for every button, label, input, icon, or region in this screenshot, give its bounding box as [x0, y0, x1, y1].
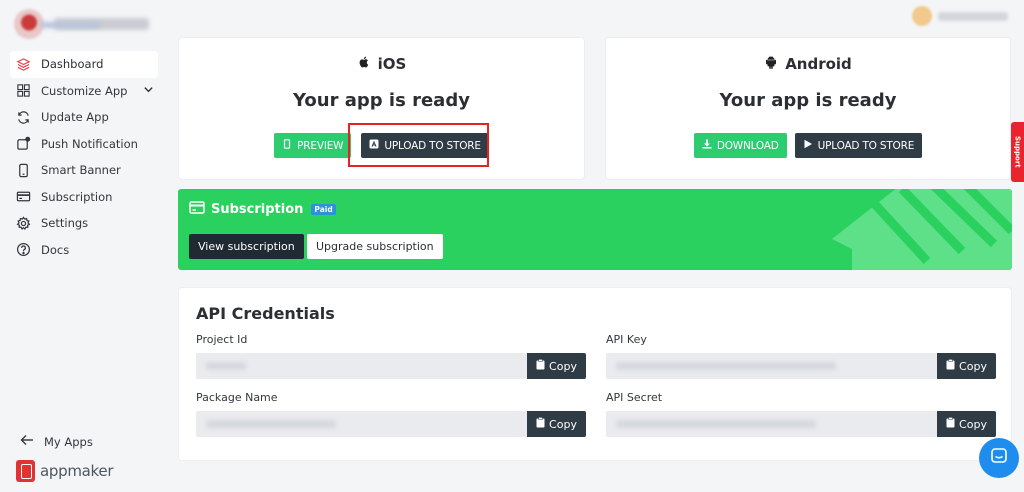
android-download-label: DOWNLOAD	[716, 139, 779, 152]
sidebar-item-docs[interactable]: Docs	[10, 237, 158, 264]
android-title: Android	[606, 55, 1010, 73]
sidebar-item-label: Settings	[41, 216, 89, 231]
user-menu[interactable]	[912, 6, 1008, 26]
api-credentials-card: API Credentials Project Id Copy API Key …	[178, 287, 1012, 461]
user-avatar	[912, 6, 932, 26]
project-id-label: Project Id	[196, 333, 248, 346]
sidebar-item-label: Update App	[41, 110, 109, 125]
package-name-label: Package Name	[196, 391, 278, 404]
help-icon	[15, 242, 31, 258]
my-apps-label: My Apps	[44, 434, 93, 449]
android-upload-button[interactable]: UPLOAD TO STORE	[794, 133, 923, 158]
api-secret-label: API Secret	[606, 391, 663, 404]
play-store-icon	[803, 139, 813, 152]
sidebar-nav: Dashboard Customize App Update App Push …	[10, 51, 158, 263]
clipboard-icon	[536, 417, 545, 431]
ios-title: iOS	[179, 55, 584, 73]
subscription-title: Subscription Paid	[189, 201, 336, 218]
android-upload-label: UPLOAD TO STORE	[817, 139, 915, 152]
support-tab[interactable]: Support	[1011, 122, 1024, 182]
phone-icon	[15, 162, 31, 178]
sidebar-item-smart-banner[interactable]: Smart Banner	[10, 157, 158, 184]
copy-label: Copy	[959, 359, 987, 373]
grid-icon	[15, 83, 31, 99]
user-name-blurred	[938, 11, 1008, 21]
copy-label: Copy	[549, 417, 577, 431]
api-key-label: API Key	[606, 333, 647, 346]
android-title-text: Android	[785, 55, 852, 73]
refresh-icon	[15, 109, 31, 125]
appmaker-logo-icon	[16, 460, 35, 482]
api-credentials-title: API Credentials	[196, 304, 335, 323]
layers-icon	[15, 56, 31, 72]
ios-status: Your app is ready	[293, 90, 470, 111]
chat-icon	[989, 446, 1009, 470]
package-name-field: Copy	[196, 411, 586, 437]
profile-subtitle-blurred	[40, 22, 100, 28]
copy-api-secret-button[interactable]: Copy	[937, 411, 996, 437]
notification-icon	[15, 136, 31, 152]
project-id-field: Copy	[196, 353, 586, 379]
brand-logo: appmaker	[16, 460, 113, 482]
sidebar-item-customize-app[interactable]: Customize App	[10, 78, 158, 105]
project-id-input[interactable]	[196, 353, 527, 379]
api-secret-input[interactable]	[606, 411, 937, 437]
ios-preview-button[interactable]: PREVIEW	[274, 133, 352, 158]
sidebar-item-label: Subscription	[41, 189, 113, 204]
subscription-banner: Subscription Paid View subscription Upgr…	[178, 189, 1012, 270]
android-download-button[interactable]: DOWNLOAD	[693, 133, 787, 158]
sidebar-item-subscription[interactable]: Subscription	[10, 184, 158, 211]
android-icon	[764, 55, 778, 73]
card-icon	[189, 201, 205, 218]
android-card: Android Your app is ready DOWNLOAD UPLOA…	[605, 37, 1011, 180]
sidebar-item-settings[interactable]: Settings	[10, 210, 158, 237]
api-secret-field: Copy	[606, 411, 996, 437]
sidebar-item-update-app[interactable]: Update App	[10, 104, 158, 131]
ios-title-text: iOS	[377, 55, 407, 73]
sidebar-item-label: Smart Banner	[41, 163, 121, 178]
sidebar-item-label: Dashboard	[41, 57, 104, 72]
view-subscription-button[interactable]: View subscription	[189, 234, 304, 259]
highlight-box	[348, 123, 489, 167]
sidebar-item-push-notification[interactable]: Push Notification	[10, 131, 158, 158]
sidebar-item-label: Docs	[41, 242, 70, 257]
copy-project-id-button[interactable]: Copy	[527, 353, 586, 379]
status-badge: Paid	[311, 204, 336, 215]
ios-preview-label: PREVIEW	[297, 139, 344, 152]
sidebar-item-label: Push Notification	[41, 136, 138, 151]
download-icon	[702, 139, 712, 152]
clipboard-icon	[946, 417, 955, 431]
copy-label: Copy	[549, 359, 577, 373]
subscription-title-text: Subscription	[211, 202, 304, 217]
arrow-left-icon	[20, 434, 34, 449]
sidebar-item-dashboard[interactable]: Dashboard	[10, 51, 158, 78]
brand-name: appmaker	[40, 462, 114, 480]
copy-api-key-button[interactable]: Copy	[937, 353, 996, 379]
sidebar-item-label: Customize App	[41, 83, 128, 98]
upgrade-subscription-button[interactable]: Upgrade subscription	[307, 234, 443, 259]
gear-icon	[15, 215, 31, 231]
api-key-field: Copy	[606, 353, 996, 379]
api-key-input[interactable]	[606, 353, 937, 379]
android-status: Your app is ready	[719, 90, 897, 111]
sidebar: Dashboard Customize App Update App Push …	[0, 0, 165, 492]
my-apps-link[interactable]: My Apps	[20, 434, 93, 449]
chat-launcher-button[interactable]	[979, 438, 1019, 478]
chevron-down-icon	[143, 84, 154, 98]
copy-label: Copy	[959, 417, 987, 431]
banner-decoration	[832, 189, 1012, 270]
copy-package-name-button[interactable]: Copy	[527, 411, 586, 437]
clipboard-icon	[536, 359, 545, 373]
package-name-input[interactable]	[196, 411, 527, 437]
android-actions: DOWNLOAD UPLOAD TO STORE	[606, 133, 1010, 158]
apple-icon	[357, 55, 371, 73]
clipboard-icon	[946, 359, 955, 373]
card-icon	[15, 189, 31, 205]
mobile-icon	[282, 139, 292, 152]
